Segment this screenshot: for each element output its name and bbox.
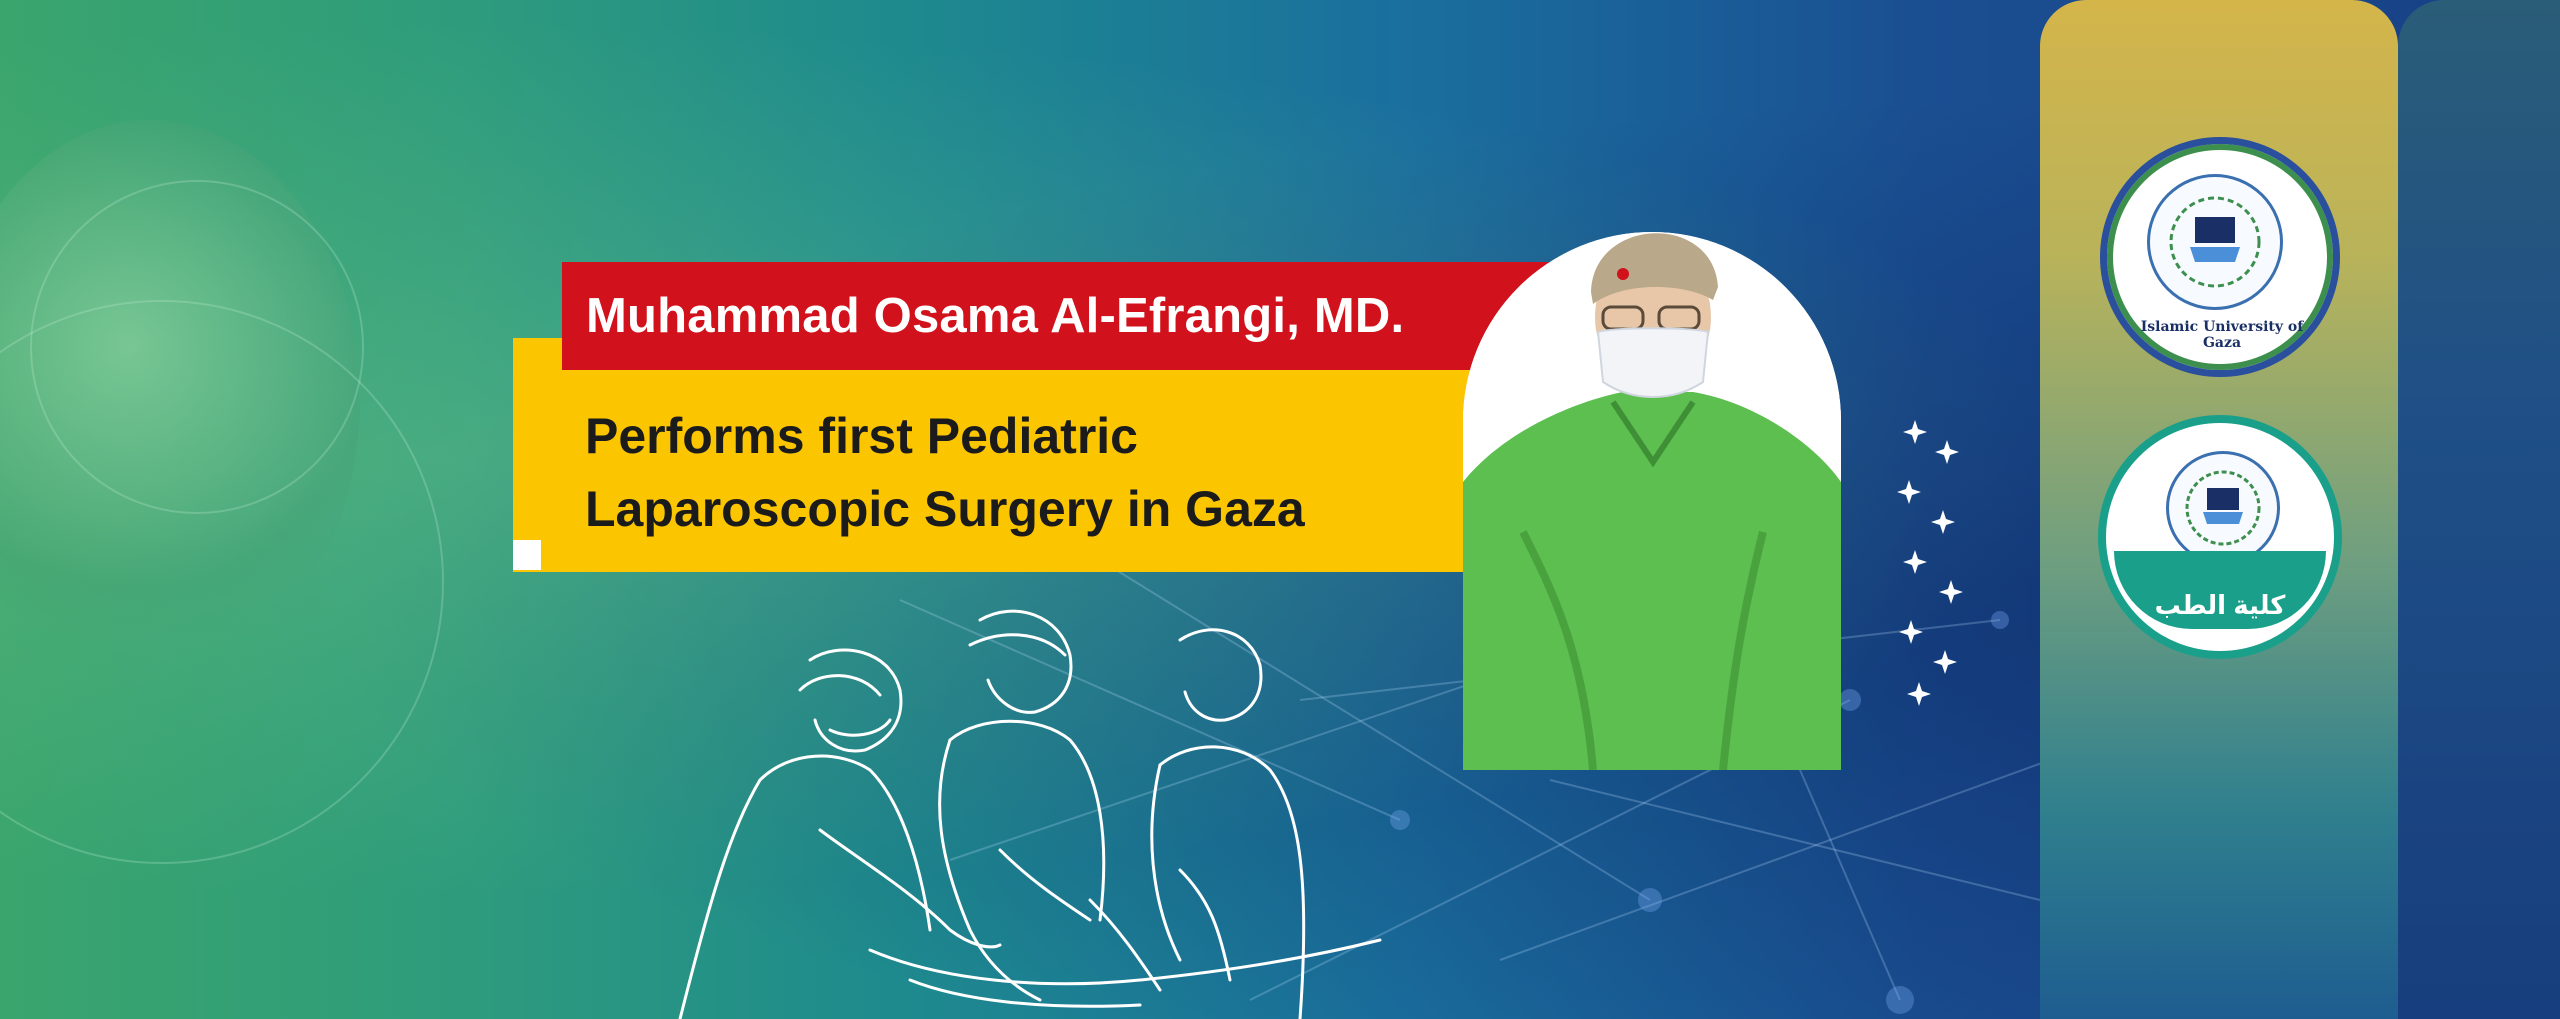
- headline-line-1: Performs first Pediatric: [585, 408, 1138, 464]
- doctor-name: Muhammad Osama Al-Efrangi, MD.: [586, 289, 1405, 343]
- headline: Performs first Pediatric Laparoscopic Su…: [585, 400, 1445, 546]
- seal-inner: [2166, 451, 2280, 565]
- doctor-photo: [1463, 232, 1841, 770]
- card-notch: [513, 540, 541, 570]
- right-strip: [2398, 0, 2560, 1019]
- headline-line-2: Laparoscopic Surgery in Gaza: [585, 481, 1305, 537]
- university-seal-logo: Islamic University of Gaza: [2100, 137, 2340, 377]
- university-name: Islamic University of Gaza: [2140, 319, 2304, 351]
- sparkle-dots: [1897, 420, 1963, 706]
- faculty-label: كلية الطب: [2154, 590, 2286, 620]
- name-bar: Muhammad Osama Al-Efrangi, MD.: [562, 262, 1562, 370]
- seal-inner: [2147, 174, 2283, 310]
- surgeons-line-art: [678, 609, 1382, 1019]
- medicine-faculty-logo: كلية الطب: [2098, 415, 2342, 659]
- hero-banner: Muhammad Osama Al-Efrangi, MD. Performs …: [0, 0, 2560, 1019]
